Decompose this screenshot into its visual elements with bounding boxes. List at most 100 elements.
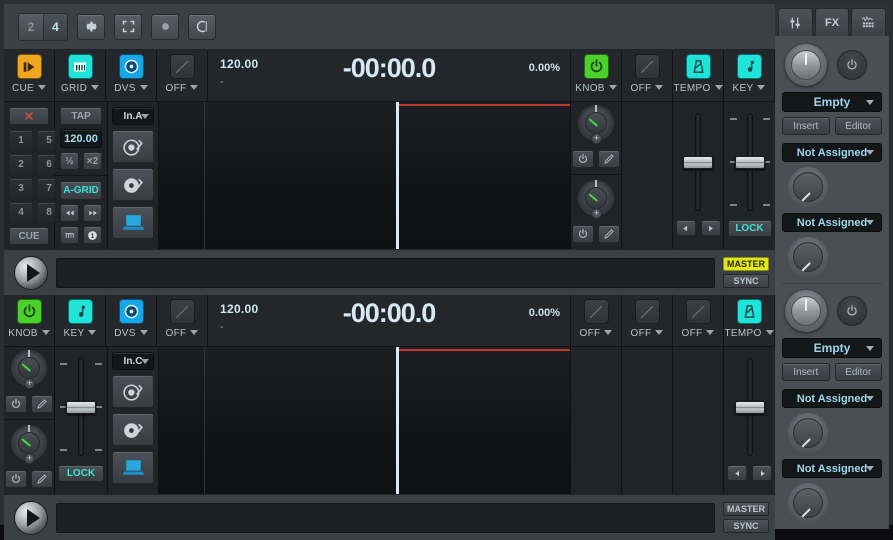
fx-knob-1-power-icon[interactable] xyxy=(572,150,594,168)
vinyl-disc-icon[interactable] xyxy=(118,54,144,79)
chevron-down-icon[interactable] xyxy=(655,85,664,90)
deck-b-fx-knob-2-power-icon[interactable] xyxy=(5,470,27,488)
laptop-icon[interactable] xyxy=(112,451,154,484)
cd-icon[interactable] xyxy=(112,413,154,446)
grid-mode-button[interactable]: A-GRID xyxy=(60,181,102,200)
fx-knob-1-edit-icon[interactable] xyxy=(598,150,620,168)
deck-b-key-fader[interactable] xyxy=(58,353,104,461)
tab-fx[interactable]: FX xyxy=(814,8,850,36)
deck-a-waveform[interactable] xyxy=(159,102,571,249)
deck-b-master-button[interactable]: MASTER xyxy=(723,502,769,516)
chevron-down-icon[interactable] xyxy=(38,85,46,90)
chevron-down-icon[interactable] xyxy=(190,330,199,335)
slash-icon[interactable] xyxy=(634,299,660,324)
deck-a-grid-cell[interactable]: GRID xyxy=(55,50,106,101)
deck-b-off-cell-2[interactable]: OFF xyxy=(622,295,673,346)
chevron-down-icon[interactable] xyxy=(706,330,715,335)
tap-button[interactable]: TAP xyxy=(60,107,102,125)
deck-a-off-cell[interactable]: OFF xyxy=(622,50,673,101)
deck-a-master-button[interactable]: MASTER xyxy=(723,257,769,271)
chevron-down-icon[interactable] xyxy=(714,85,723,90)
deck-b-input-source-select[interactable]: In.C xyxy=(112,352,154,370)
fx-unit-2-editor-button[interactable]: Editor xyxy=(834,363,882,381)
slash-icon[interactable] xyxy=(169,299,195,324)
fx-unit-2-preset-select[interactable]: Empty xyxy=(782,338,882,358)
fx-unit-1-slot-1-select[interactable]: Not Assigned xyxy=(782,143,882,162)
fastforward-icon[interactable] xyxy=(83,204,102,222)
hotcue-2[interactable]: 2 xyxy=(9,154,33,174)
deck-a-cue-cell[interactable]: CUE xyxy=(4,50,55,101)
deck-b-play-icon[interactable] xyxy=(14,500,48,535)
chevron-down-icon[interactable] xyxy=(141,113,149,119)
power-icon[interactable] xyxy=(583,54,609,79)
chevron-down-icon[interactable] xyxy=(655,330,664,335)
deck-a-key-cell[interactable]: KEY xyxy=(724,50,775,101)
cue-button[interactable]: CUE xyxy=(9,227,49,245)
fullscreen-icon[interactable] xyxy=(114,13,142,40)
fx-unit-1-editor-button[interactable]: Editor xyxy=(834,117,882,135)
beatgrid-icon[interactable] xyxy=(67,54,93,79)
hotcue-1[interactable]: 1 xyxy=(9,130,33,150)
fx-unit-2-slot-1-select[interactable]: Not Assigned xyxy=(782,389,882,408)
deck-b-fx-knob-1-power-icon[interactable] xyxy=(5,395,27,413)
note-icon[interactable] xyxy=(736,54,762,79)
fx-knob-2-edit-icon[interactable] xyxy=(598,225,620,243)
tempo-prev-icon[interactable] xyxy=(675,220,696,236)
fx-unit-2-dry-wet-knob[interactable] xyxy=(784,290,828,332)
deck-b-fx-knob-1[interactable]: + xyxy=(10,350,48,389)
vinyl-disc-icon[interactable] xyxy=(118,299,144,324)
fx-knob-2[interactable]: + xyxy=(577,180,615,219)
tab-sampler[interactable] xyxy=(851,8,887,36)
deck-b-tempo-cell[interactable]: TEMPO xyxy=(724,295,775,346)
note-icon[interactable] xyxy=(67,299,93,324)
fx-knob-2-power-icon[interactable] xyxy=(572,225,594,243)
chevron-down-icon[interactable] xyxy=(866,220,874,225)
gear-icon[interactable] xyxy=(77,13,105,40)
deck-b-off-cell-3[interactable]: OFF xyxy=(673,295,724,346)
rewind-icon[interactable] xyxy=(60,204,79,222)
deck-b-fx-knob-1-edit-icon[interactable] xyxy=(31,395,53,413)
hotcue-3[interactable]: 3 xyxy=(9,178,33,198)
turntable-icon[interactable] xyxy=(112,375,154,408)
deck-b-overview-waveform[interactable] xyxy=(56,502,715,533)
chevron-down-icon[interactable] xyxy=(604,330,613,335)
laptop-icon[interactable] xyxy=(112,206,154,239)
fx-unit-2-power-icon[interactable] xyxy=(837,296,867,326)
power-icon[interactable] xyxy=(16,299,42,324)
metronome-icon[interactable] xyxy=(685,54,711,79)
broadcast-icon[interactable] xyxy=(188,13,216,40)
clear-cues-button[interactable] xyxy=(9,107,49,125)
fx-unit-1-slot-1-knob[interactable] xyxy=(788,167,832,207)
input-source-select[interactable]: In.A xyxy=(112,107,154,125)
tempo-next-icon[interactable] xyxy=(700,220,721,236)
fx-unit-2-slot-1-knob[interactable] xyxy=(788,413,832,453)
deck-a-fx-cell[interactable]: OFF xyxy=(157,50,208,101)
deck-b-tempo-next-icon[interactable] xyxy=(752,465,772,481)
chevron-down-icon[interactable] xyxy=(41,330,50,335)
deck-count-toggle[interactable]: 2 4 xyxy=(18,12,68,41)
deck-a-tempo-cell[interactable]: TEMPO xyxy=(673,50,724,101)
deck-a-dvs-cell[interactable]: DVS xyxy=(106,50,157,101)
record-icon[interactable] xyxy=(151,13,179,40)
fx-unit-2-slot-2-knob[interactable] xyxy=(788,483,832,523)
deck-a-key-fader[interactable] xyxy=(728,108,772,216)
deck-b-key-cell[interactable]: KEY xyxy=(55,295,106,346)
fx-unit-1-slot-2-knob[interactable] xyxy=(788,237,832,277)
chevron-down-icon[interactable] xyxy=(139,85,148,90)
fx-unit-1-insert-button[interactable]: Insert xyxy=(782,117,830,135)
deck-b-tempo-fader[interactable] xyxy=(733,353,767,461)
deck-a-tempo-fader[interactable] xyxy=(681,108,715,216)
slash-icon[interactable] xyxy=(583,299,609,324)
chevron-down-icon[interactable] xyxy=(866,150,874,155)
chevron-down-icon[interactable] xyxy=(866,345,874,351)
double-bpm-button[interactable]: ×2 xyxy=(83,152,102,170)
deck-b-sync-button[interactable]: SYNC xyxy=(723,519,769,533)
chevron-down-icon[interactable] xyxy=(866,466,874,471)
deck-b-dvs-cell[interactable]: DVS xyxy=(106,295,157,346)
chevron-down-icon[interactable] xyxy=(141,358,149,364)
deck-b-fx-cell[interactable]: OFF xyxy=(157,295,208,346)
deck-a-knob-cell[interactable]: KNOB xyxy=(571,50,622,101)
fx-unit-1-preset-select[interactable]: Empty xyxy=(782,92,882,112)
chevron-down-icon[interactable] xyxy=(190,85,199,90)
fx-unit-2-insert-button[interactable]: Insert xyxy=(782,363,830,381)
